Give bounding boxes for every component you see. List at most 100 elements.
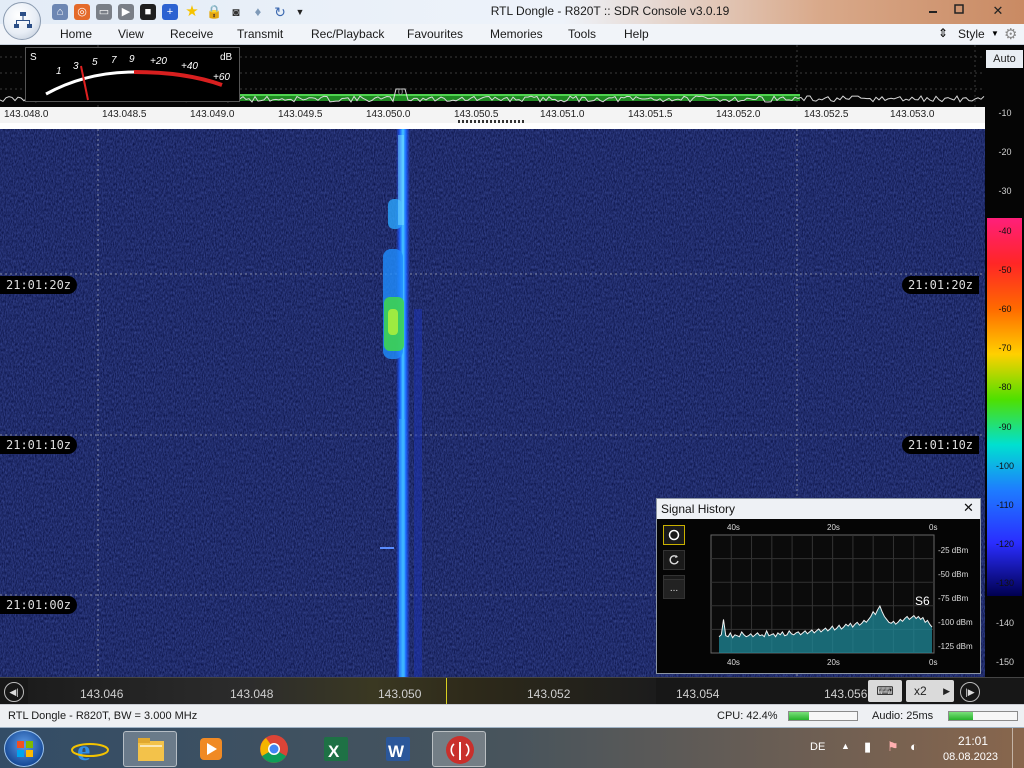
- time-label-bottom: 40s: [727, 658, 740, 667]
- signal-history-header[interactable]: Signal History ✕: [657, 499, 980, 519]
- volume-icon[interactable]: ◐: [910, 739, 918, 754]
- drop-icon[interactable]: ♦: [250, 4, 266, 20]
- window-title: RTL Dongle - R820T :: SDR Console v3.0.1…: [490, 4, 730, 18]
- menu-home[interactable]: Home: [60, 27, 92, 41]
- close-button[interactable]: ✕: [984, 2, 1012, 20]
- sdr-console-button[interactable]: [432, 731, 486, 767]
- explorer-button[interactable]: [123, 731, 177, 767]
- word-icon: W: [386, 737, 410, 761]
- s-meter: S dB 1 3 5 7 9 +20 +40 +60: [25, 47, 240, 102]
- menu-help[interactable]: Help: [624, 27, 649, 41]
- db-scale-label: -10: [998, 108, 1012, 118]
- s-meter-tick-9: 9: [129, 54, 135, 65]
- title-bar: ⌂ ◎ ▭ ▶ ■ + ★ 🔒 ◙ ♦ ↻ ▼ RTL Dongle - R82…: [0, 0, 1024, 24]
- signal-history-chart: 40s 20s 0s 40s 20s 0s -25 dBm -50 dBm -7…: [710, 523, 973, 667]
- timestamp-left: 21:01:10z: [0, 436, 78, 454]
- add-icon[interactable]: +: [162, 4, 178, 20]
- show-desktop-button[interactable]: [1012, 728, 1024, 768]
- maximize-button[interactable]: [946, 2, 972, 20]
- style-menu[interactable]: Style: [958, 27, 985, 41]
- menu-memories[interactable]: Memories: [490, 27, 543, 41]
- s-meter-db-label: dB: [220, 52, 233, 63]
- lock-icon[interactable]: 🔒: [206, 4, 222, 20]
- keyboard-button[interactable]: ⌨: [868, 680, 902, 702]
- network-icon[interactable]: ⚑: [887, 739, 899, 755]
- show-hidden-icons-button[interactable]: ▲: [841, 741, 850, 751]
- level-label: -125 dBm: [938, 642, 973, 651]
- excel-button[interactable]: X: [308, 731, 362, 767]
- s-meter-tick-3: 3: [73, 61, 79, 72]
- tuning-label: 143.048: [230, 687, 274, 701]
- favourites-star-icon[interactable]: ★: [184, 4, 200, 20]
- freq-tick: 143.048.0: [4, 109, 49, 120]
- radio-tower-icon: [446, 736, 474, 764]
- windows-logo-icon: [17, 741, 33, 757]
- signal-history-title: Signal History: [661, 502, 736, 516]
- menu-rec-playback[interactable]: Rec/Playback: [311, 27, 384, 41]
- auto-scale-button[interactable]: Auto: [986, 50, 1023, 68]
- db-scale-label: -30: [998, 186, 1012, 197]
- zoom-button[interactable]: x2 ▶: [906, 680, 954, 702]
- frequency-scale[interactable]: 143.048.0 143.048.5 143.049.0 143.049.5 …: [0, 107, 985, 123]
- menu-transmit[interactable]: Transmit: [237, 27, 283, 41]
- tuning-bar[interactable]: ◀| 143.046 143.048 143.050 143.052 143.0…: [0, 677, 1024, 705]
- usb-device-icon[interactable]: ▮: [864, 739, 871, 755]
- start-button[interactable]: [4, 730, 44, 767]
- chrome-button[interactable]: [246, 731, 300, 767]
- freq-tick: 143.050.0: [366, 109, 411, 120]
- folder-icon: [138, 738, 164, 761]
- folder-icon[interactable]: ▭: [96, 4, 112, 20]
- media-player-button[interactable]: [183, 731, 237, 767]
- language-indicator[interactable]: DE: [810, 741, 825, 753]
- home-icon[interactable]: ⌂: [52, 4, 68, 20]
- scroll-right-button[interactable]: |▶: [960, 682, 980, 702]
- internet-explorer-icon: e: [71, 734, 109, 767]
- camera-icon[interactable]: ◙: [228, 4, 244, 20]
- db-scale-label: -110: [996, 500, 1014, 510]
- play-icon[interactable]: ▶: [118, 4, 134, 20]
- app-menu-orb[interactable]: [3, 2, 41, 40]
- db-scale-label: -80: [998, 382, 1012, 393]
- freq-tick: 143.052.0: [716, 109, 761, 120]
- level-label: -100 dBm: [938, 618, 973, 627]
- svg-text:e: e: [77, 734, 90, 767]
- db-scale-label: -120: [995, 539, 1014, 550]
- menu-favourites[interactable]: Favourites: [407, 27, 463, 41]
- tuning-label: 143.050: [378, 687, 422, 701]
- level-label: -25 dBm: [938, 546, 969, 555]
- minimize-button[interactable]: [920, 2, 946, 20]
- refresh-icon[interactable]: ↻: [272, 4, 288, 20]
- chevron-right-icon: ▶: [943, 686, 950, 696]
- internet-explorer-button[interactable]: e: [63, 731, 117, 767]
- tuning-label: 143.054: [676, 687, 720, 701]
- minimize-icon: [929, 11, 937, 13]
- tuning-cursor[interactable]: [446, 678, 447, 705]
- style-dropdown-icon[interactable]: ▼: [991, 29, 999, 38]
- db-scale-label: -150: [995, 656, 1014, 667]
- menu-tools[interactable]: Tools: [568, 27, 596, 41]
- time-label-top: 20s: [827, 523, 840, 532]
- db-scale-label: -140: [995, 617, 1014, 628]
- style-arrows-icon: ⇕: [938, 26, 949, 40]
- timestamp-right: 21:01:20z: [902, 276, 980, 294]
- network-tree-icon: [14, 12, 32, 28]
- clock-date[interactable]: 08.08.2023: [943, 751, 998, 763]
- gear-icon[interactable]: ⚙: [1004, 25, 1017, 43]
- menu-view[interactable]: View: [118, 27, 144, 41]
- db-scale-label: -90: [998, 421, 1012, 432]
- word-button[interactable]: W: [370, 731, 424, 767]
- level-label: -50 dBm: [938, 570, 969, 579]
- scroll-left-button[interactable]: ◀|: [4, 682, 24, 702]
- dropdown-arrow-icon[interactable]: ▼: [292, 4, 308, 20]
- stop-icon[interactable]: ■: [140, 4, 156, 20]
- cpu-status: CPU: 42.4%: [717, 710, 778, 722]
- db-scale-label: -40: [998, 225, 1012, 236]
- signal-history-close-button[interactable]: ✕: [963, 500, 974, 516]
- s-meter-tick-7: 7: [111, 55, 117, 66]
- lifebuoy-icon[interactable]: ◎: [74, 4, 90, 20]
- time-label-bottom: 20s: [827, 658, 840, 667]
- db-scale-label: -50: [998, 264, 1012, 275]
- clock-time[interactable]: 21:01: [958, 734, 988, 748]
- menu-receive[interactable]: Receive: [170, 27, 213, 41]
- chrome-icon: [260, 735, 288, 763]
